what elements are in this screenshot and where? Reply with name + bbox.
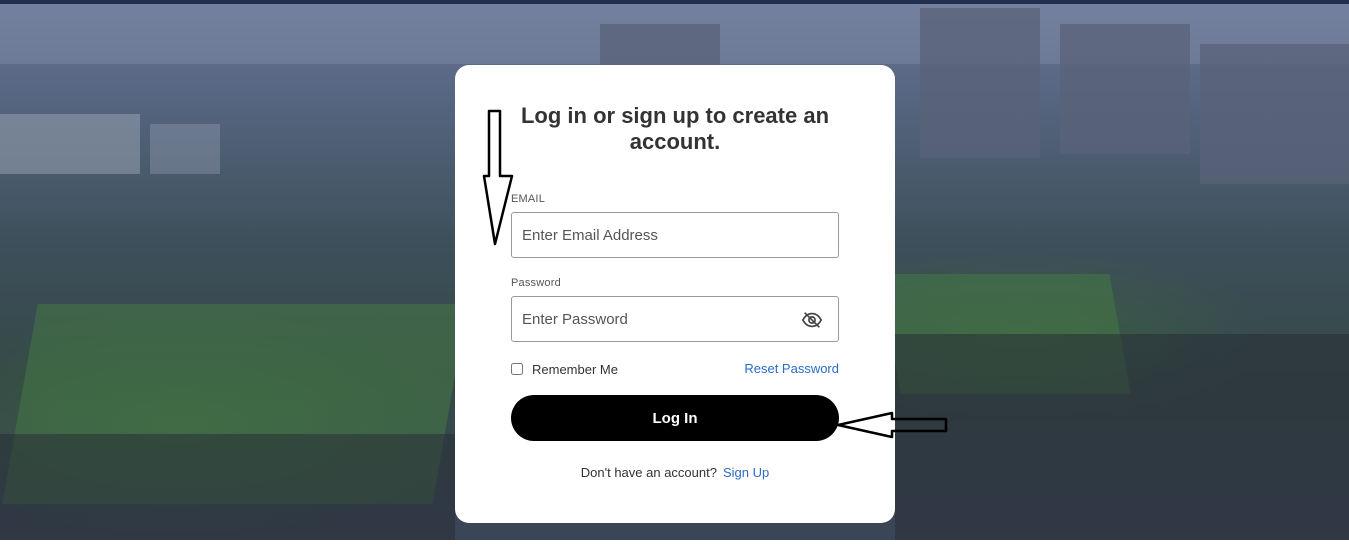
remember-me-checkbox[interactable] <box>511 363 523 375</box>
login-title: Log in or sign up to create an account. <box>520 103 830 154</box>
signup-prompt: Don't have an account? <box>580 465 717 480</box>
eye-slash-icon[interactable] <box>801 309 823 331</box>
email-input[interactable] <box>511 212 839 258</box>
password-input[interactable] <box>511 296 839 342</box>
password-label: Password <box>511 277 561 289</box>
annotation-arrow-down-icon <box>482 109 514 246</box>
signup-link[interactable]: Sign Up <box>723 465 769 480</box>
remember-me-label[interactable]: Remember Me <box>532 362 618 377</box>
annotation-arrow-left-icon <box>836 411 948 439</box>
page-bottom-strip <box>0 540 1349 546</box>
signup-row: Don't have an account? Sign Up <box>455 465 895 480</box>
login-card: Log in or sign up to create an account. … <box>455 65 895 523</box>
login-button[interactable]: Log In <box>511 395 839 441</box>
reset-password-link[interactable]: Reset Password <box>744 361 839 376</box>
